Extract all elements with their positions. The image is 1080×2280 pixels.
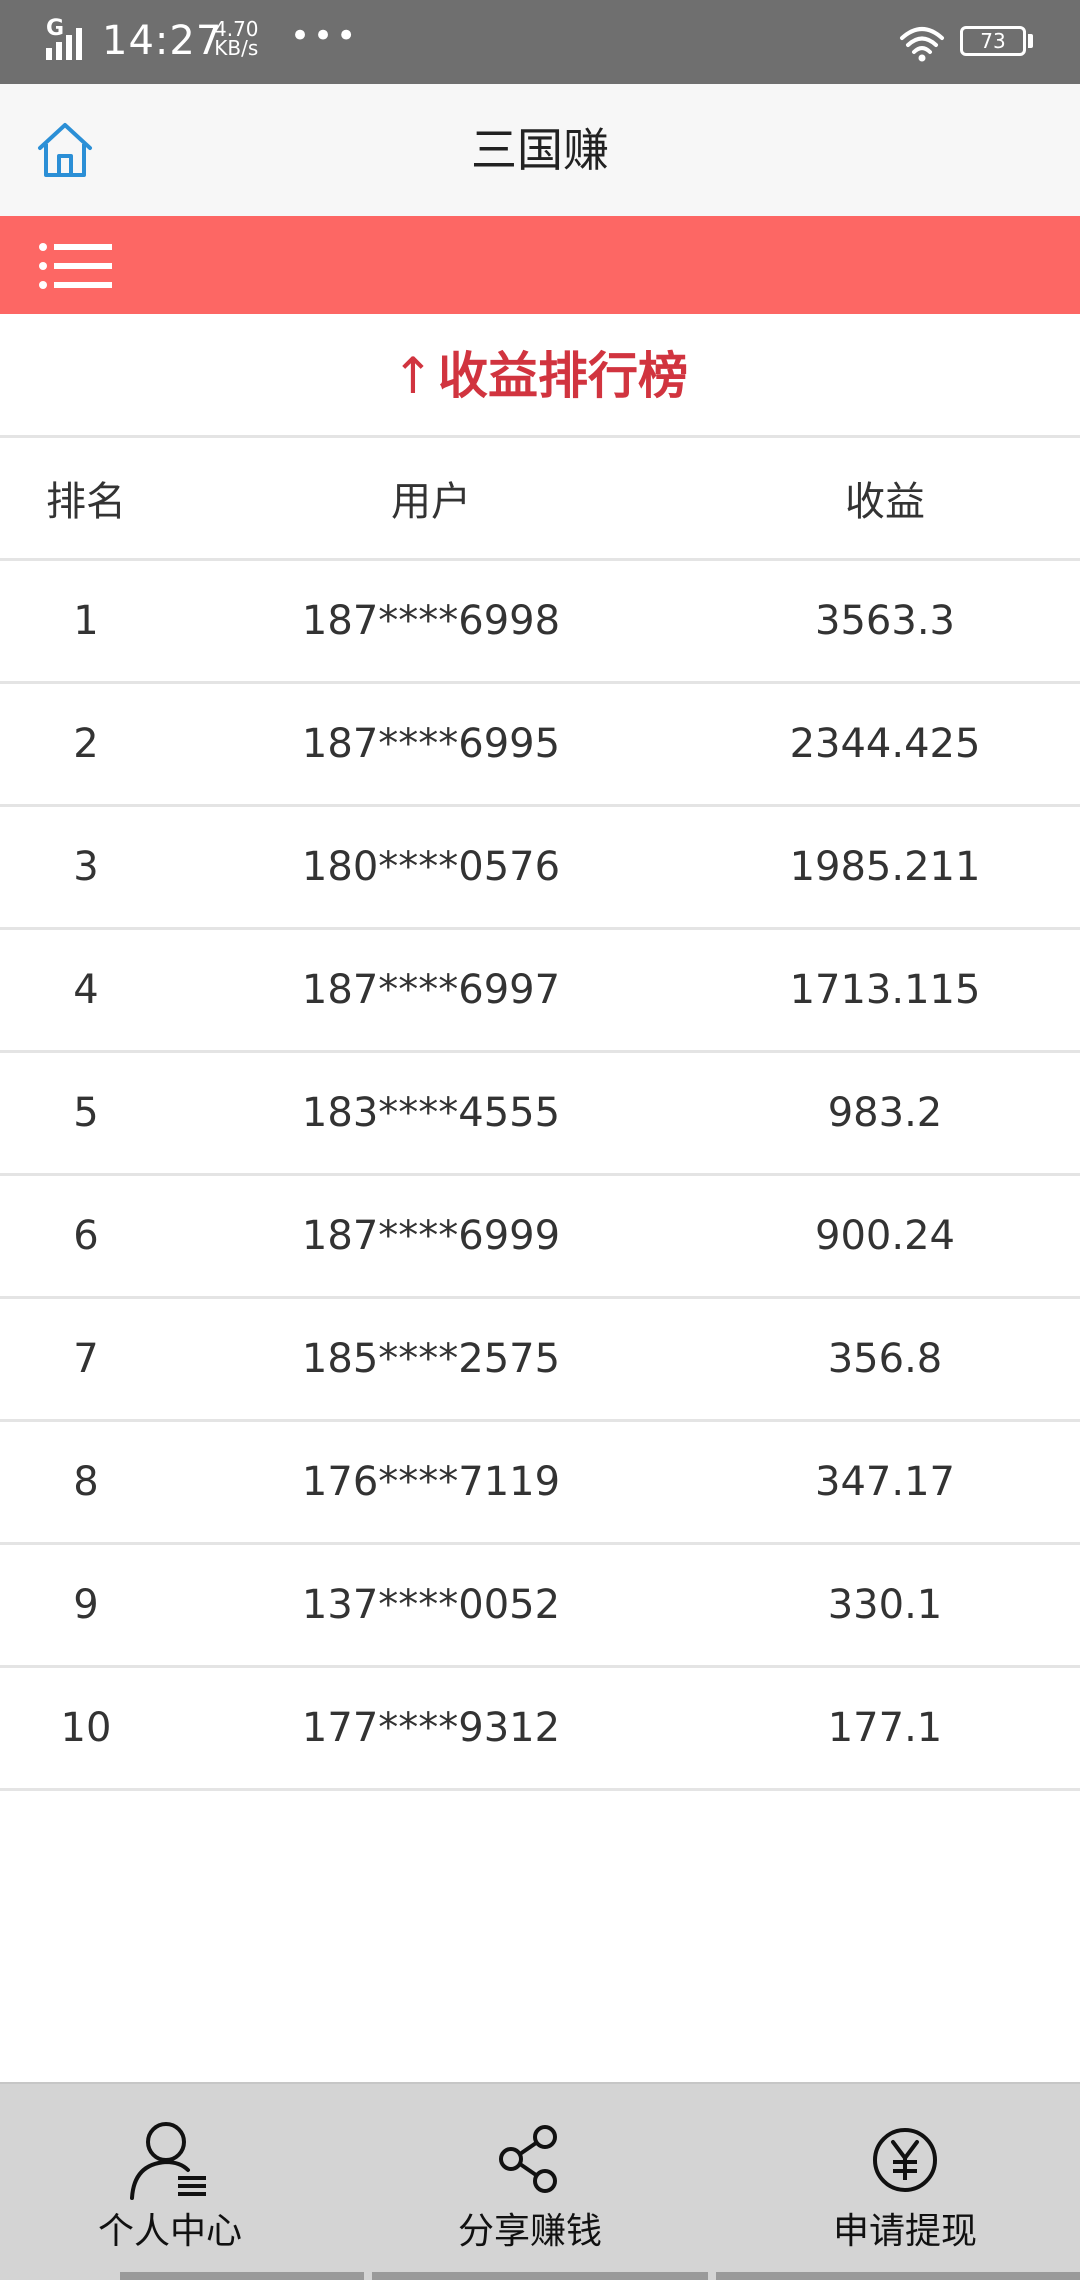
nav-share[interactable]: 分享赚钱: [370, 2084, 690, 2280]
table-row: 1 187****6998 3563.3: [0, 559, 1080, 684]
earnings-cell: 356.8: [690, 1297, 1080, 1422]
rank-cell: 5: [0, 1051, 172, 1176]
user-cell: 183****4555: [172, 1051, 690, 1176]
user-cell: 137****0052: [172, 1543, 690, 1668]
battery-level: 73: [980, 29, 1006, 53]
user-cell: 187****6995: [172, 682, 690, 807]
nav-label: 申请提现: [832, 2211, 977, 2252]
table-row: 9 137****0052 330.1: [0, 1543, 1080, 1668]
nav-label: 个人中心: [97, 2211, 242, 2252]
rank-cell: 10: [0, 1666, 172, 1791]
user-cell: 177****9312: [172, 1666, 690, 1791]
user-center-icon: [130, 2122, 206, 2200]
earnings-cell: 1713.115: [690, 928, 1080, 1053]
nav-withdraw[interactable]: 申请提现: [740, 2084, 1070, 2280]
wifi-icon: [900, 27, 944, 62]
earnings-cell: 2344.425: [690, 682, 1080, 807]
rank-cell: 4: [0, 928, 172, 1053]
earnings-cell: 330.1: [690, 1543, 1080, 1668]
app-header: 三国赚: [0, 84, 1080, 216]
earnings-cell: 900.24: [690, 1174, 1080, 1299]
battery-tip: [1028, 34, 1033, 48]
table-row: 8 176****7119 347.17: [0, 1420, 1080, 1545]
status-bar: G 14:27 4.70 KB/s ••• 73: [0, 0, 1080, 84]
speed-unit: KB/s: [214, 36, 259, 60]
nav-label: 分享赚钱: [457, 2211, 602, 2252]
rank-cell: 3: [0, 805, 172, 930]
rank-cell: 1: [0, 559, 172, 684]
user-cell: 187****6999: [172, 1174, 690, 1299]
user-cell: 187****6998: [172, 559, 690, 684]
user-cell: 187****6997: [172, 928, 690, 1053]
signal-icon: [46, 28, 82, 60]
rank-cell: 7: [0, 1297, 172, 1422]
table-row: 3 180****0576 1985.211: [0, 805, 1080, 930]
menu-bar: [0, 216, 1080, 314]
header-rank: 排名: [0, 438, 172, 561]
rank-cell: 8: [0, 1420, 172, 1545]
table-row: 7 185****2575 356.8: [0, 1297, 1080, 1422]
user-cell: 180****0576: [172, 805, 690, 930]
earnings-cell: 3563.3: [690, 559, 1080, 684]
ranking-table: 排名 用户 收益 1 187****6998 3563.3 2 187****6…: [0, 438, 1080, 1791]
earnings-cell: 177.1: [690, 1666, 1080, 1791]
gesture-bar-segment: [372, 2272, 708, 2280]
table-row: 10 177****9312 177.1: [0, 1666, 1080, 1791]
gesture-bar-segment: [716, 2272, 1080, 2280]
bottom-nav: 个人中心 分享赚钱 申请提现: [0, 2082, 1080, 2280]
app-screen: G 14:27 4.70 KB/s ••• 73 三国赚 ↑收益排行榜 排名 用…: [0, 0, 1080, 2280]
table-header-row: 排名 用户 收益: [0, 438, 1080, 561]
more-notifications-icon: •••: [290, 16, 360, 56]
page-title: 三国赚: [471, 123, 609, 177]
up-arrow-icon: ↑: [392, 347, 434, 405]
table-row: 5 183****4555 983.2: [0, 1051, 1080, 1176]
clock: 14:27: [102, 18, 223, 64]
rank-cell: 2: [0, 682, 172, 807]
battery-icon: 73: [960, 26, 1026, 56]
list-menu-icon[interactable]: [38, 242, 114, 290]
header-earnings: 收益: [690, 438, 1080, 561]
rank-cell: 6: [0, 1174, 172, 1299]
earnings-cell: 983.2: [690, 1051, 1080, 1176]
ranking-title: ↑收益排行榜: [0, 314, 1080, 438]
earnings-cell: 347.17: [690, 1420, 1080, 1545]
gesture-bar-segment: [120, 2272, 364, 2280]
user-cell: 176****7119: [172, 1420, 690, 1545]
rank-cell: 9: [0, 1543, 172, 1668]
share-icon: [499, 2125, 557, 2193]
earnings-cell: 1985.211: [690, 805, 1080, 930]
header-user: 用户: [172, 438, 690, 561]
yen-icon: [873, 2128, 937, 2192]
network-speed: 4.70 KB/s: [214, 19, 259, 60]
user-cell: 185****2575: [172, 1297, 690, 1422]
table-row: 4 187****6997 1713.115: [0, 928, 1080, 1053]
table-row: 6 187****6999 900.24: [0, 1174, 1080, 1299]
nav-user-center[interactable]: 个人中心: [0, 2084, 340, 2280]
ranking-title-text: 收益排行榜: [437, 347, 688, 405]
table-row: 2 187****6995 2344.425: [0, 682, 1080, 807]
